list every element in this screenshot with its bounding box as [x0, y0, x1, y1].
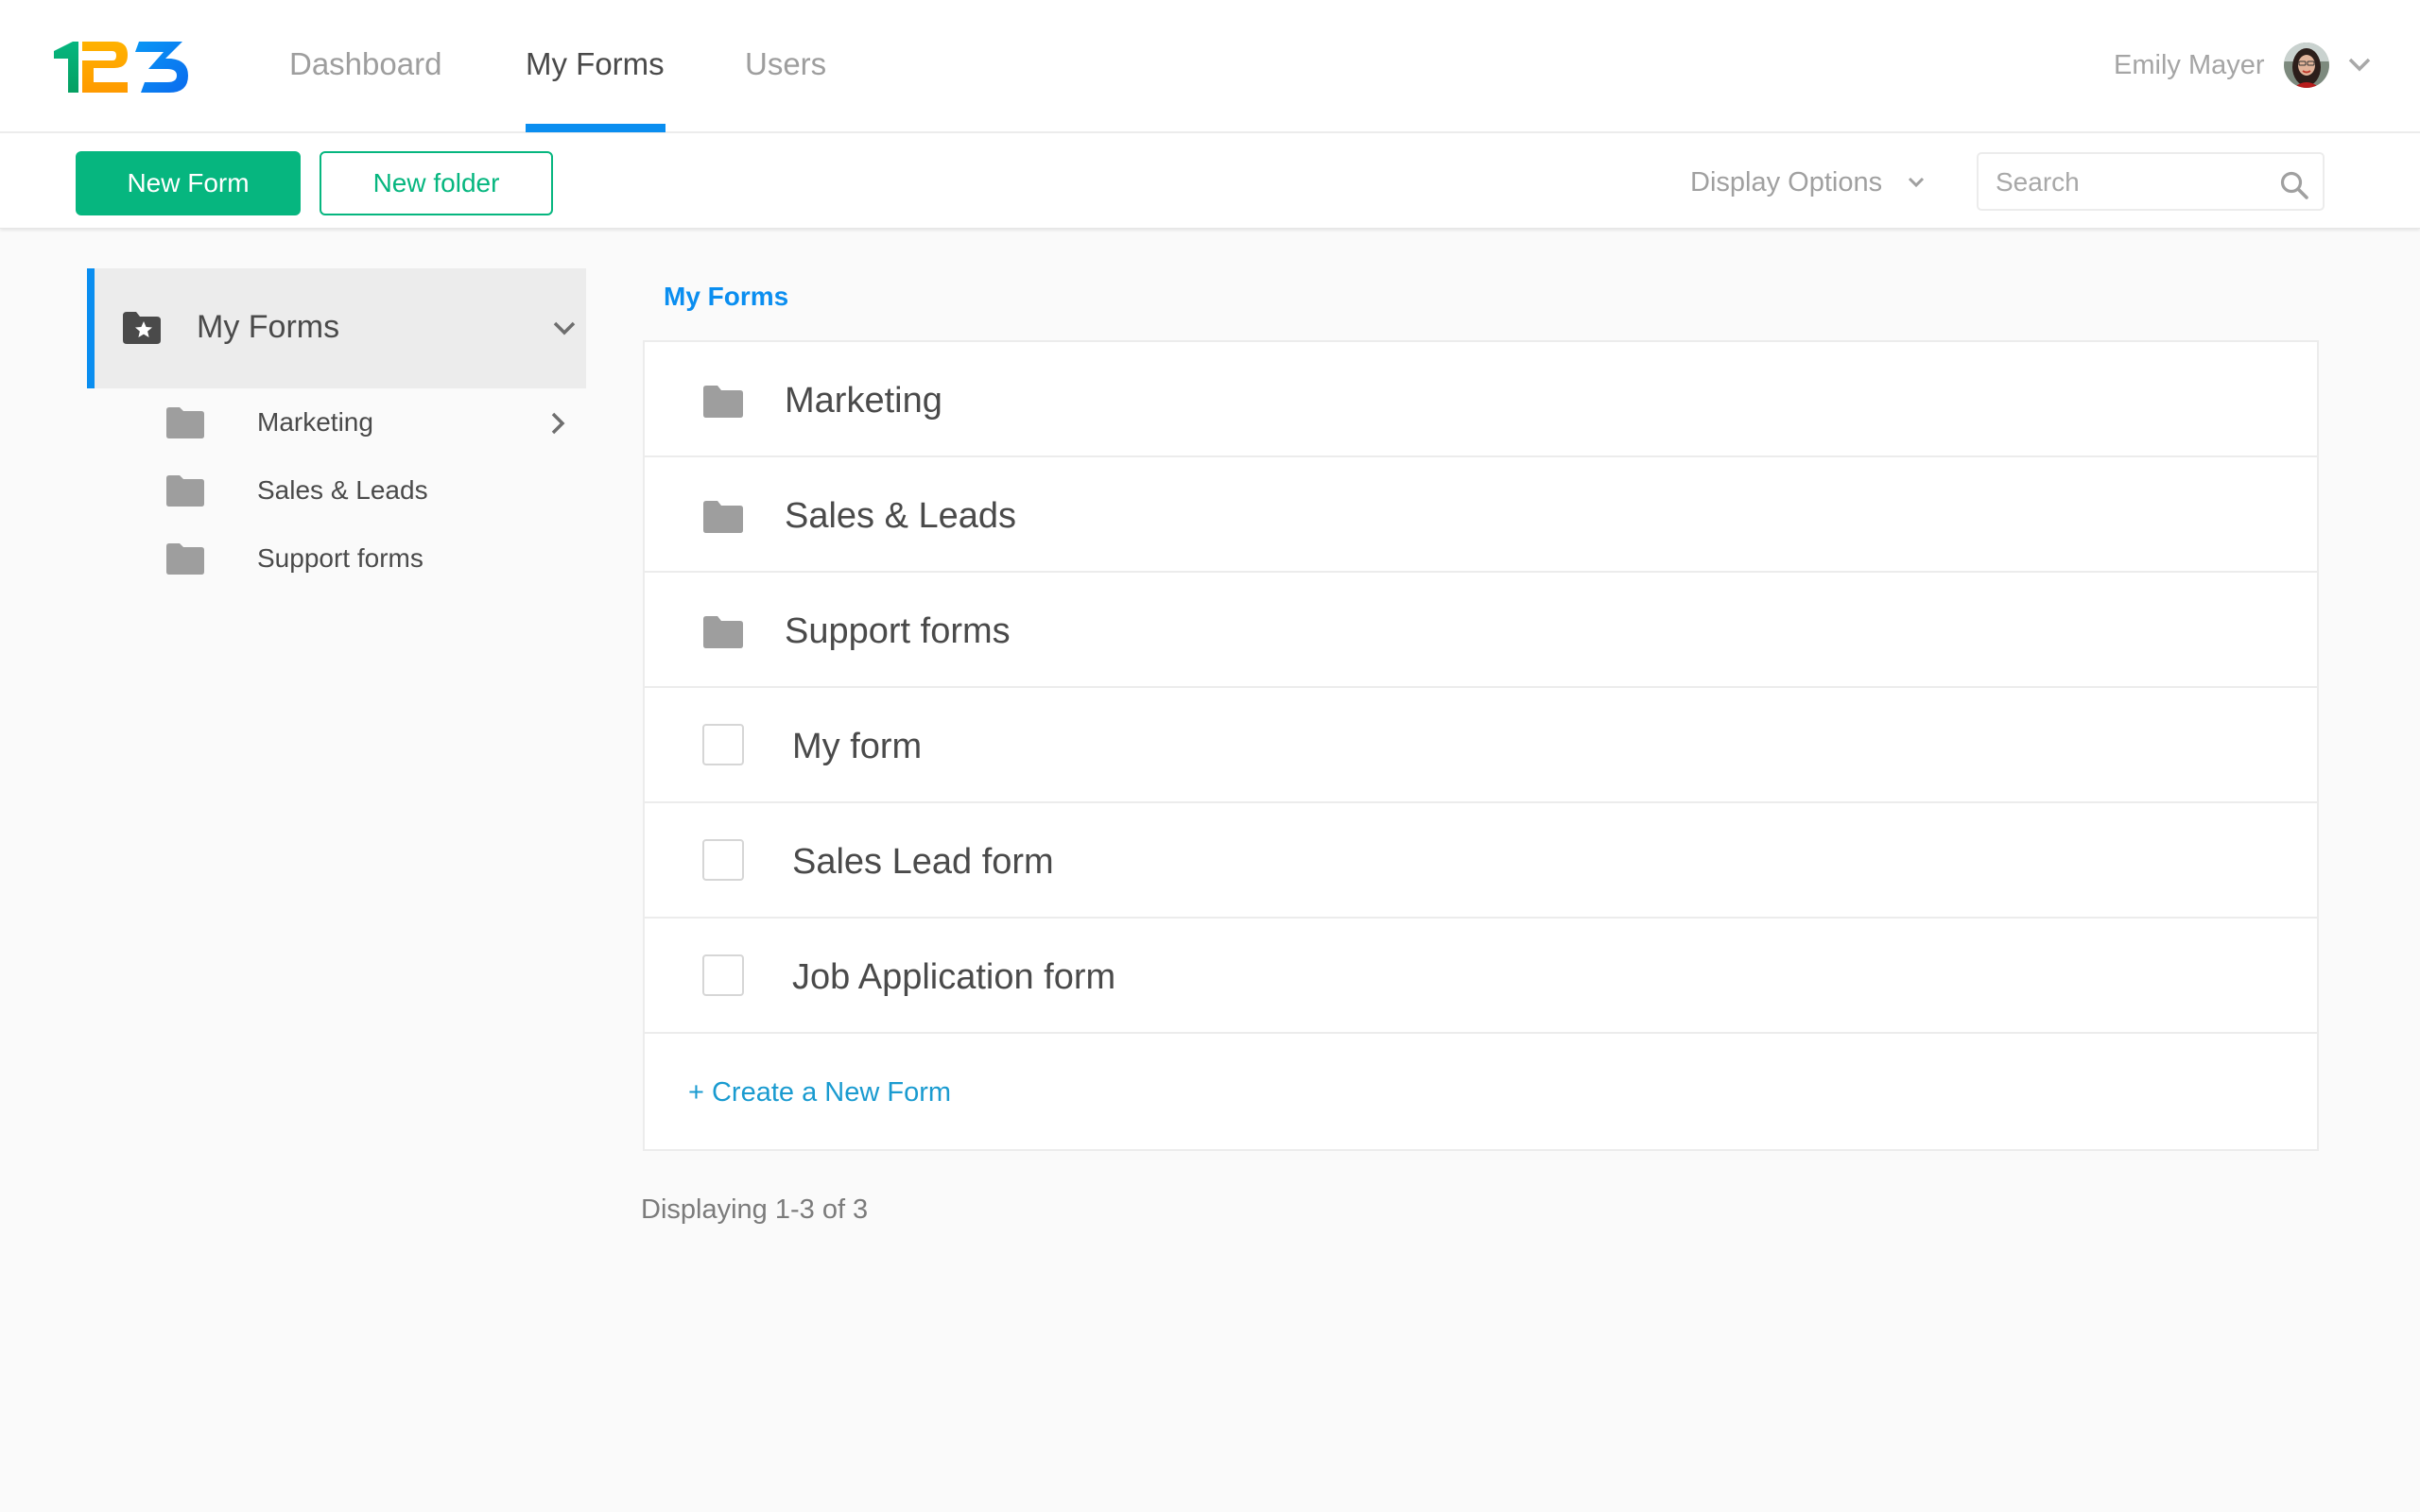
sidebar-folder-label: Sales & Leads: [257, 475, 428, 505]
folder-name: Support forms: [785, 611, 1011, 651]
form-row[interactable]: Job Application form: [645, 919, 2317, 1034]
new-folder-button[interactable]: New folder: [320, 151, 553, 215]
form-row[interactable]: Sales Lead form: [645, 803, 2317, 919]
nav-my-forms[interactable]: My Forms: [526, 42, 665, 87]
user-menu-chevron-icon[interactable]: [2346, 55, 2373, 74]
chevron-down-icon[interactable]: [552, 319, 577, 336]
folder-icon: [166, 475, 204, 507]
folder-icon: [703, 616, 743, 648]
chevron-down-icon: [1909, 177, 1925, 188]
toolbar: New Form New folder Display Options: [0, 133, 2420, 229]
new-form-button[interactable]: New Form: [76, 151, 301, 215]
display-options-label: Display Options: [1690, 166, 1883, 198]
form-row[interactable]: My form: [645, 688, 2317, 803]
display-options-dropdown[interactable]: Display Options: [1690, 162, 1926, 203]
chevron-right-icon[interactable]: [550, 412, 565, 435]
star-folder-icon: [123, 312, 161, 344]
sidebar-folder-sales-leads[interactable]: Sales & Leads: [151, 462, 586, 519]
folder-name: Marketing: [785, 381, 942, 421]
user-avatar[interactable]: [2284, 43, 2329, 88]
pagination-count: Displaying 1-3 of 3: [641, 1194, 869, 1225]
folder-icon: [703, 501, 743, 533]
form-checkbox[interactable]: [702, 839, 744, 881]
nav-users[interactable]: Users: [745, 42, 826, 87]
form-name[interactable]: Sales Lead form: [792, 838, 1054, 885]
avatar-image: [2284, 43, 2329, 88]
folder-row[interactable]: Support forms: [645, 573, 2317, 688]
form-name[interactable]: My form: [792, 723, 922, 770]
form-name[interactable]: Job Application form: [792, 954, 1115, 1001]
nav-dashboard[interactable]: Dashboard: [289, 42, 441, 87]
folder-row[interactable]: Marketing: [645, 342, 2317, 457]
sidebar-folder-marketing[interactable]: Marketing: [151, 394, 586, 451]
top-header: Dashboard My Forms Users Emily Mayer: [0, 0, 2420, 133]
create-form-row: + Create a New Form: [645, 1034, 2317, 1149]
folder-icon: [703, 386, 743, 418]
sidebar-item-my-forms[interactable]: My Forms: [87, 268, 586, 388]
search-box: [1977, 152, 2325, 211]
create-new-form-link[interactable]: + Create a New Form: [688, 1074, 951, 1111]
forms-list: Marketing Sales & Leads Support forms My…: [643, 340, 2319, 1151]
user-name[interactable]: Emily Mayer: [2114, 45, 2265, 85]
folder-row[interactable]: Sales & Leads: [645, 457, 2317, 573]
sidebar-folder-label: Support forms: [257, 543, 424, 573]
folder-icon: [166, 543, 204, 575]
active-tab-indicator: [526, 124, 666, 132]
search-icon[interactable]: [2279, 170, 2309, 200]
sidebar-folder-label: Marketing: [257, 407, 373, 437]
sidebar-item-label: My Forms: [197, 309, 340, 345]
logo-icon: [54, 42, 188, 93]
sidebar-folder-support-forms[interactable]: Support forms: [151, 530, 586, 587]
form-checkbox[interactable]: [702, 724, 744, 765]
form-checkbox[interactable]: [702, 954, 744, 996]
breadcrumb-my-forms[interactable]: My Forms: [664, 278, 788, 316]
search-input[interactable]: [1996, 162, 2270, 203]
app-logo[interactable]: [52, 40, 190, 94]
folder-name: Sales & Leads: [785, 496, 1017, 536]
folder-icon: [166, 407, 204, 438]
